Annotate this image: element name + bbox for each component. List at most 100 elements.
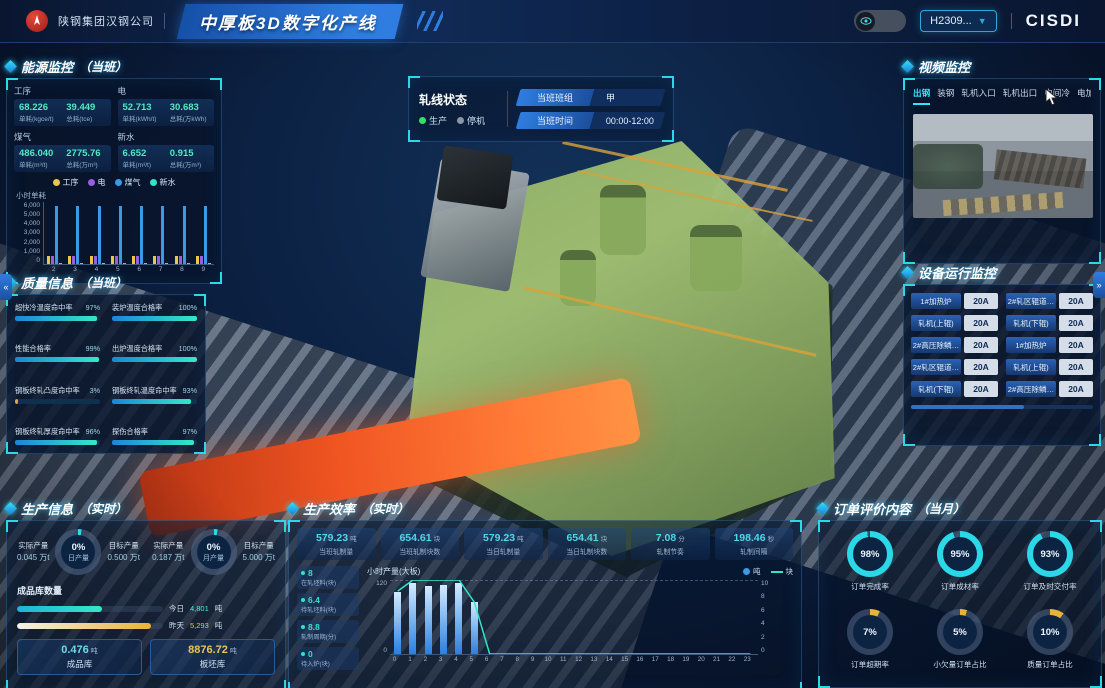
- devices-panel-title: 设备运行监控: [903, 262, 1101, 282]
- device-value: 20A: [964, 337, 998, 353]
- line-status-right: 当班班组 甲 当班时间 00:00-12:00: [518, 89, 663, 129]
- progress-track: [15, 399, 100, 404]
- card-unit: 吨: [230, 648, 237, 655]
- legend-label: 停机: [467, 114, 485, 127]
- monthly-donut: 0% 月产量: [191, 529, 237, 575]
- gauge-donut: 93%: [1027, 531, 1073, 577]
- header-divider: [164, 13, 165, 29]
- diamond-icon: [4, 502, 17, 515]
- hourly-chart-title: 小时产量(大板): [367, 566, 420, 577]
- collapse-right-tab[interactable]: »: [1093, 272, 1105, 298]
- collapse-left-tab[interactable]: «: [0, 274, 12, 300]
- company-name: 陕钢集团汉钢公司: [58, 13, 154, 29]
- energy-panel: 能源监控 （当班） 工序 68.226单耗(kgce/t) 39.449总耗(t…: [6, 56, 222, 284]
- efficiency-panel: 生产效率 （实时） 579.23吨当班轧制量 654.61块当班轧制块数 579…: [288, 498, 802, 688]
- legend-item: 块: [771, 566, 794, 577]
- energy-unit: 单耗(kgce/t): [19, 113, 58, 123]
- legend-item: 电: [88, 177, 106, 188]
- stock-prefix: 今日: [169, 603, 184, 614]
- orders-title-text: 订单评价内容: [833, 499, 911, 518]
- progress-track: [112, 440, 197, 445]
- scaffold-rail: [577, 170, 812, 222]
- progress-track: [112, 316, 197, 321]
- device-value: 20A: [964, 359, 998, 375]
- energy-card: 486.040单耗(m³/t) 2775.76总耗(万m³): [14, 145, 111, 172]
- energy-chart-yticks: 6,0005,0004,0003,0002,0001,0000: [14, 202, 43, 264]
- progress-track: [15, 357, 100, 362]
- device-item: 1#加热炉20A: [911, 293, 998, 309]
- banner-slashes: [417, 11, 443, 31]
- quality-item: 出炉温度合格率100%: [112, 344, 197, 362]
- progress-fill: [15, 316, 97, 321]
- device-value: 20A: [1059, 359, 1093, 375]
- device-item: 轧机(上辊)20A: [911, 315, 998, 331]
- status-dot-gray: [457, 117, 464, 124]
- finished-warehouse-card: 0.476吨 成品库: [17, 639, 142, 675]
- app-title-banner: 中厚板3D数字化产线: [177, 4, 403, 39]
- gauge-donut: 95%: [937, 531, 983, 577]
- mini-stat: 8.8轧制周期(分): [297, 620, 359, 643]
- company-logo-icon: [26, 10, 48, 32]
- shift-team-pill: 当班班组 甲: [516, 89, 666, 106]
- quality-label: 钢板终轧温度命中率: [112, 386, 177, 396]
- mill-cylinder: [600, 185, 646, 255]
- production-title-suffix: （实时）: [79, 500, 127, 517]
- gauge-label: 订单完成率: [851, 581, 889, 592]
- progress-fill: [112, 399, 191, 404]
- energy-value: 0.915: [170, 148, 209, 159]
- gauge-label: 小欠量订单占比: [933, 659, 986, 670]
- efficiency-card: 654.61块当班轧制块数: [381, 528, 460, 560]
- legend-item: 新水: [150, 177, 176, 188]
- quality-value: 93%: [183, 386, 197, 396]
- hourly-chart-legend: 吨 块: [743, 566, 793, 577]
- device-label: 2#高压除鳞…: [1006, 381, 1056, 397]
- energy-title-text: 能源监控: [21, 57, 73, 76]
- video-tab-tapping[interactable]: 出钢: [913, 87, 930, 105]
- energy-card: 52.713单耗(kWh/t) 30.683总耗(万kWh): [118, 99, 215, 126]
- progress-fill: [15, 399, 18, 404]
- energy-group: 工序 68.226单耗(kgce/t) 39.449总耗(tce): [14, 85, 111, 126]
- energy-value: 30.683: [170, 102, 209, 113]
- device-item: 轧机(下辊)20A: [911, 381, 998, 397]
- device-item: 轧机(下辊)20A: [1006, 315, 1093, 331]
- daily-donut: 0% 日产量: [55, 529, 101, 575]
- progress-fill: [112, 316, 197, 321]
- quality-value: 97%: [183, 427, 197, 437]
- device-label: 轧机(下辊): [1006, 315, 1056, 331]
- visibility-toggle[interactable]: [854, 10, 906, 32]
- donut-center: 0% 日产量: [61, 535, 95, 569]
- orders-panel-title: 订单评价内容 （当月）: [818, 498, 1102, 518]
- devices-grid: 1#加热炉20A 2#轧区辊道…20A 轧机(上辊)20A 轧机(下辊)20A …: [911, 293, 1093, 397]
- header: 陕钢集团汉钢公司 中厚板3D数字化产线 H2309... ▼ CISDI: [0, 0, 1105, 43]
- energy-unit: 总耗(万m³): [170, 159, 209, 169]
- quality-panel-title: 质量信息 （当班）: [6, 272, 206, 292]
- quality-label: 钢板终轧凸度命中率: [15, 386, 80, 396]
- device-item: 2#轧区辊道…20A: [911, 359, 998, 375]
- devices-scrollbar: [911, 405, 1093, 409]
- progress-fill: [112, 357, 197, 362]
- video-tab-charging[interactable]: 装钢: [937, 87, 954, 105]
- video-tab-electric-heating[interactable]: 电加热: [1077, 87, 1091, 105]
- pill-value: 甲: [590, 89, 666, 106]
- video-tab-mill-exit[interactable]: 轧机出口: [1003, 87, 1037, 105]
- quality-value: 3%: [90, 386, 100, 396]
- legend-dot: [115, 179, 122, 186]
- quality-panel-body: 超快冷温度命中率97% 装炉温度合格率100% 性能合格率99% 出炉温度合格率…: [6, 294, 206, 454]
- progress-fill: [17, 623, 151, 629]
- gauge-label: 订单及时交付率: [1023, 581, 1076, 592]
- efficiency-body: 8在轧坯料(块) 6.4待轧坯料(块) 8.8轧制周期(分) 0待入炉(块) 小…: [297, 566, 793, 670]
- scaffold-rail: [562, 141, 788, 192]
- donut-center: 0% 月产量: [197, 535, 231, 569]
- video-tab-mill-entry[interactable]: 轧机入口: [961, 87, 995, 105]
- diamond-icon: [901, 60, 914, 73]
- mini-stat: 0待入炉(块): [297, 647, 359, 670]
- donut-percent: 0%: [207, 542, 221, 553]
- line-status-legend: 生产 停机: [419, 114, 501, 127]
- stock-unit: 吨: [215, 603, 223, 614]
- device-value: 20A: [964, 381, 998, 397]
- devices-scrollbar-thumb[interactable]: [911, 405, 1024, 409]
- video-feed-machinery: [994, 149, 1087, 188]
- device-select[interactable]: H2309... ▼: [920, 10, 997, 32]
- energy-card: 6.652单耗(m³/t) 0.915总耗(万m³): [118, 145, 215, 172]
- energy-value: 486.040: [19, 148, 58, 159]
